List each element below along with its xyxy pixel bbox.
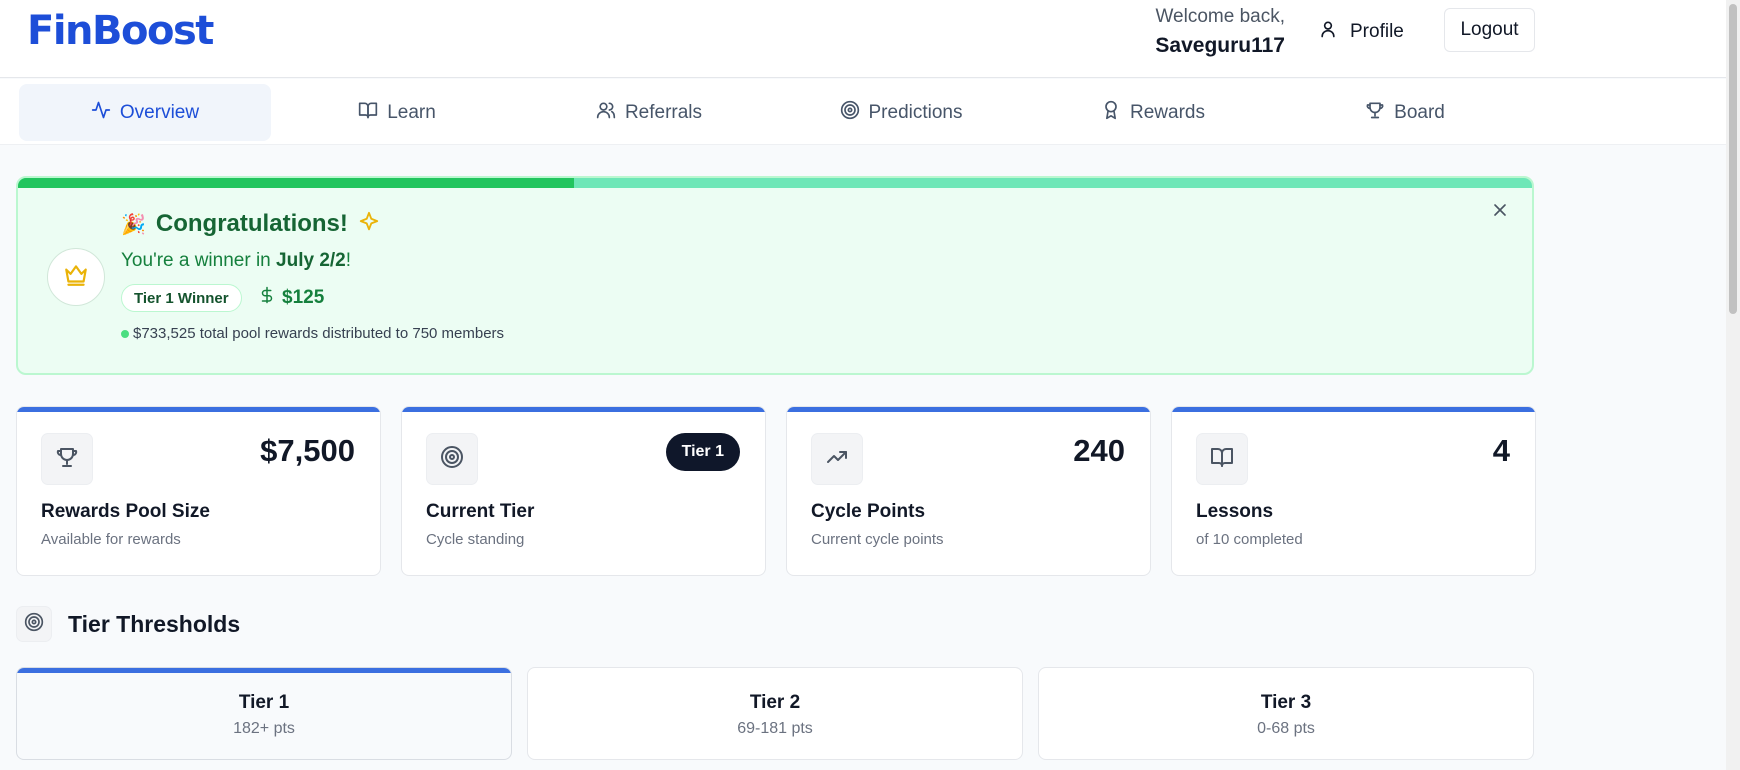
stat-label: Current Tier [426,501,535,522]
close-banner-button[interactable] [1490,200,1510,220]
target-icon [440,445,464,474]
target-icon [840,100,860,126]
tier-range: 182+ pts [233,720,295,737]
profile-label: Profile [1350,21,1404,42]
tier-range: 69-181 pts [737,720,813,737]
accent-bar [17,407,380,412]
tier-thresholds-heading: Tier Thresholds [16,606,240,642]
stat-label: Rewards Pool Size [41,501,210,522]
stat-subtitle: Current cycle points [811,531,944,548]
crown-icon [63,262,89,293]
stat-subtitle: Available for rewards [41,531,181,548]
target-icon [24,612,44,637]
stat-card-rewards-pool: $7,500 Rewards Pool Size Available for r… [16,406,381,576]
user-icon [1318,19,1338,45]
tab-label: Overview [119,101,200,123]
main-nav: Overview Learn Referrals Predictions Rew… [0,79,1740,145]
stat-icon-box [41,433,93,485]
congrats-heading: 🎉 Congratulations! [121,210,380,238]
book-open-icon [358,100,378,126]
accent-bar [1172,407,1535,412]
logout-button[interactable]: Logout [1444,8,1535,52]
winning-cycle: July 2/2 [276,250,346,271]
tier-winner-badge: Tier 1 Winner [121,284,242,312]
pool-summary-text: $733,525 total pool rewards distributed … [133,325,505,342]
tier-name: Tier 2 [749,692,801,713]
dollar-icon [258,286,276,310]
welcome-block: Welcome back, Saveguru117 [1155,6,1285,58]
page-scrollbar[interactable] [1726,0,1740,770]
crown-badge [47,248,105,306]
tab-label: Learn [387,101,436,123]
winner-message: You're a winner in July 2/2! [121,250,351,272]
stat-label: Lessons [1196,501,1274,522]
tab-label: Referrals [624,101,703,123]
close-icon [1490,204,1510,224]
activity-icon [91,100,111,126]
party-popper-icon: 🎉 [121,213,146,236]
stat-value: 240 [1073,433,1125,468]
stat-subtitle: of 10 completed [1196,531,1303,548]
tab-board[interactable]: Board [1279,84,1531,141]
stat-card-lessons: 4 Lessons of 10 completed [1171,406,1536,576]
status-dot [121,329,129,338]
tier-badge: Tier 1 [665,433,740,471]
winner-banner: 🎉 Congratulations! You're a winner in Ju… [16,176,1534,375]
winner-prefix: You're a winner in [121,250,277,271]
award-icon [1101,100,1121,126]
scrollbar-thumb[interactable] [1729,4,1737,314]
winner-suffix: ! [345,250,352,271]
banner-progress-bar [18,178,1532,188]
pool-summary: $733,525 total pool rewards distributed … [121,325,504,342]
trophy-icon [55,445,79,474]
tab-label: Board [1394,101,1445,123]
users-icon [596,100,616,126]
accent-bar [787,407,1150,412]
tier-card-1: Tier 1 182+ pts [16,667,512,760]
tier-name: Tier 1 [238,692,290,713]
reward-amount: $125 [258,284,324,312]
tier-name: Tier 3 [1260,692,1312,713]
tab-learn[interactable]: Learn [271,84,523,141]
stat-card-cycle-points: 240 Cycle Points Current cycle points [786,406,1151,576]
tab-predictions[interactable]: Predictions [775,84,1027,141]
stat-card-current-tier: Tier 1 Current Tier Cycle standing [401,406,766,576]
logo-text: FinBoost [27,8,214,54]
finboost-logo[interactable]: FinBoost [27,8,214,54]
stat-label: Cycle Points [811,501,926,522]
reward-amount-value: $125 [282,287,325,308]
stat-subtitle: Cycle standing [426,531,525,548]
stat-icon-box [426,433,478,485]
stat-icon-box [1196,433,1248,485]
congrats-title: Congratulations! [155,210,348,237]
app-header: FinBoost Welcome back, Saveguru117 Profi… [0,0,1740,78]
profile-button[interactable]: Profile [1318,14,1404,50]
stat-value: $7,500 [260,433,355,468]
welcome-text: Welcome back, [1155,6,1285,27]
tab-label: Predictions [868,101,963,123]
tab-referrals[interactable]: Referrals [523,84,775,141]
tier-card-3: Tier 3 0-68 pts [1038,667,1534,760]
tier-card-2: Tier 2 69-181 pts [527,667,1023,760]
tier-range: 0-68 pts [1257,720,1315,737]
book-open-icon [1210,445,1234,474]
tab-rewards[interactable]: Rewards [1027,84,1279,141]
section-title: Tier Thresholds [68,610,241,637]
username: Saveguru117 [1155,34,1285,57]
sparkles-icon [358,211,380,238]
section-icon-box [16,606,52,642]
current-tier-bar [17,668,511,673]
trophy-icon [1365,100,1385,126]
stat-icon-box [811,433,863,485]
stat-value: 4 [1492,433,1510,468]
tab-label: Rewards [1130,101,1205,123]
accent-bar [402,407,765,412]
trending-up-icon [825,445,849,474]
tab-overview[interactable]: Overview [19,84,271,141]
banner-progress-fill [18,178,574,188]
